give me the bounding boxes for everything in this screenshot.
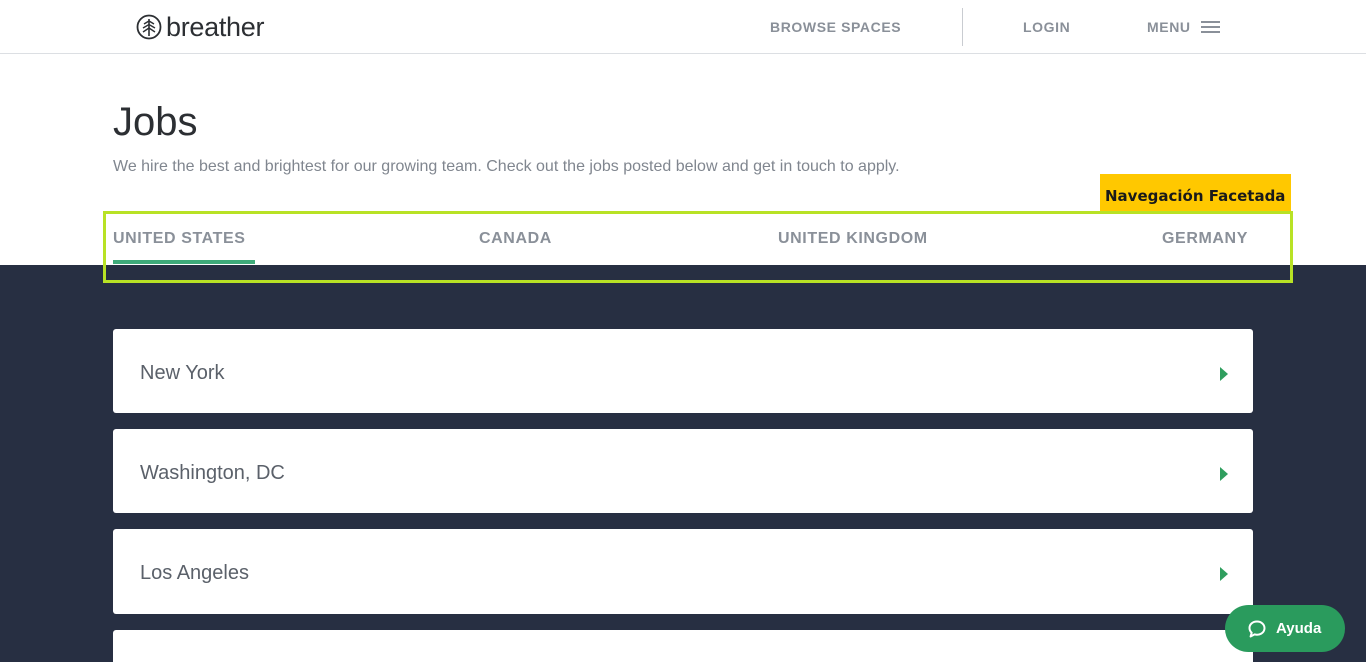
menu-label: MENU bbox=[1147, 19, 1191, 35]
tab-germany[interactable]: GERMANY bbox=[1162, 230, 1248, 248]
page-title: Jobs bbox=[113, 100, 198, 144]
location-card-new-york[interactable]: New York bbox=[113, 329, 1253, 413]
tree-logo-icon bbox=[136, 14, 162, 40]
location-card-washington-dc[interactable]: Washington, DC bbox=[113, 429, 1253, 513]
logo-text: breather bbox=[166, 11, 265, 42]
browse-spaces-link[interactable]: BROWSE SPACES bbox=[770, 19, 901, 35]
location-name: Los Angeles bbox=[140, 562, 249, 584]
annotation-label: Navegación Facetada bbox=[1100, 174, 1291, 212]
nav-divider bbox=[962, 8, 963, 46]
menu-button[interactable]: MENU bbox=[1147, 19, 1220, 35]
location-card-los-angeles[interactable]: Los Angeles bbox=[113, 529, 1253, 614]
site-header: breather BROWSE SPACES LOGIN MENU bbox=[0, 0, 1366, 54]
tab-canada[interactable]: CANADA bbox=[479, 230, 552, 248]
chat-bubble-icon bbox=[1248, 620, 1266, 637]
location-name: New York bbox=[140, 362, 225, 384]
page-subtitle: We hire the best and brightest for our g… bbox=[113, 158, 900, 175]
location-card-partial[interactable] bbox=[113, 630, 1253, 662]
active-tab-indicator bbox=[113, 260, 255, 264]
arrow-right-icon bbox=[1220, 567, 1228, 581]
help-button-label: Ayuda bbox=[1276, 620, 1322, 637]
login-link[interactable]: LOGIN bbox=[1023, 19, 1070, 35]
hamburger-menu-icon bbox=[1200, 21, 1220, 33]
breather-logo[interactable]: breather bbox=[136, 12, 264, 42]
location-name: Washington, DC bbox=[140, 462, 285, 484]
help-button[interactable]: Ayuda bbox=[1225, 605, 1345, 652]
arrow-right-icon bbox=[1220, 367, 1228, 381]
tab-united-kingdom[interactable]: UNITED KINGDOM bbox=[778, 230, 928, 248]
tab-united-states[interactable]: UNITED STATES bbox=[113, 230, 246, 248]
arrow-right-icon bbox=[1220, 467, 1228, 481]
